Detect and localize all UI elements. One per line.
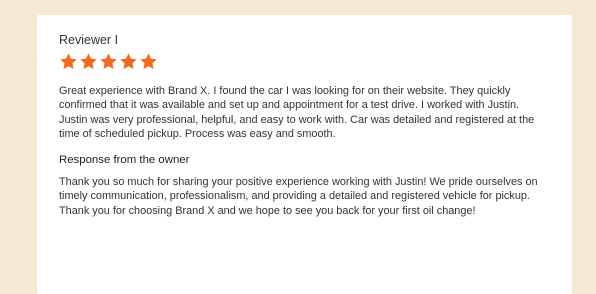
star-icon xyxy=(99,52,118,71)
star-icon xyxy=(139,52,158,71)
owner-response-heading: Response from the owner xyxy=(59,154,190,167)
reviewer-name: Reviewer I xyxy=(59,33,119,47)
review-text: Great experience with Brand X. I found t… xyxy=(59,85,535,140)
owner-response-text: Thank you so much for sharing your posit… xyxy=(59,176,538,217)
star-icon xyxy=(119,52,138,71)
star-rating xyxy=(59,52,550,74)
review-card: Reviewer I Great experience with Brand X… xyxy=(37,15,572,294)
star-icon xyxy=(59,52,78,71)
star-icon xyxy=(79,52,98,71)
